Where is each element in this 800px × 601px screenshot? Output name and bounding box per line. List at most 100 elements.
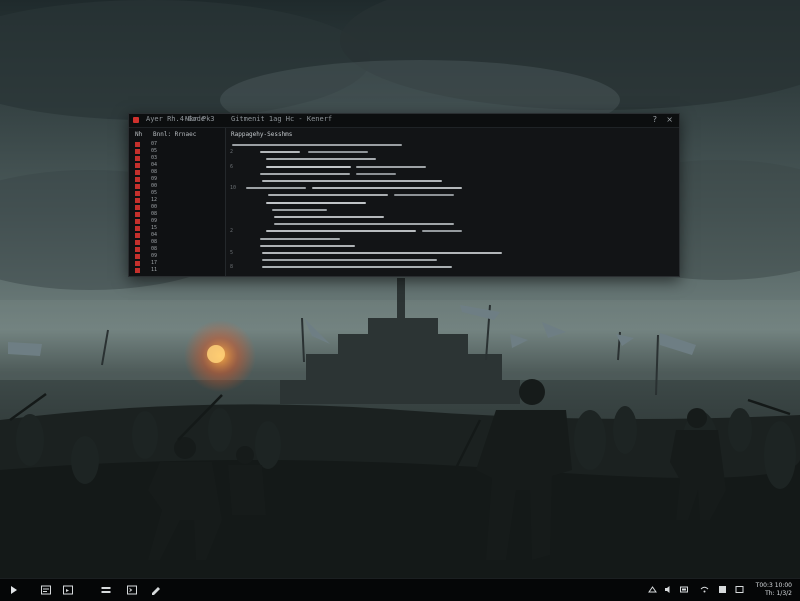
code-token [312, 187, 462, 190]
desktop-wallpaper [0, 0, 800, 600]
sidebar-row-number: 09 [151, 176, 158, 182]
sidebar-row-number: 07 [151, 141, 158, 147]
wifi-icon[interactable] [700, 585, 709, 594]
app-icon [133, 117, 139, 123]
sidebar-row[interactable]: 08 [129, 169, 224, 176]
clock-date[interactable]: Th: 1/3/2 [765, 590, 792, 597]
taskbar: T00:3 10:00 Th: 1/3/2 [0, 578, 800, 601]
sidebar-row[interactable]: 05 [129, 190, 224, 197]
sidebar-row-number: 04 [151, 232, 158, 238]
sidebar-row[interactable]: 04 [129, 232, 224, 239]
error-marker-icon [135, 254, 140, 259]
network-icon[interactable] [648, 585, 657, 594]
error-marker-icon [135, 212, 140, 217]
sidebar-row[interactable]: 09 [129, 253, 224, 260]
sidebar-row[interactable]: 07 [129, 141, 224, 148]
calendar-icon[interactable] [735, 585, 744, 594]
error-marker-icon [135, 142, 140, 147]
code-token [260, 151, 300, 154]
sidebar-row[interactable]: 09 [129, 218, 224, 225]
sidebar-row[interactable]: 12 [129, 197, 224, 204]
code-token [268, 194, 388, 197]
error-marker-icon [135, 233, 140, 238]
error-marker-icon [135, 198, 140, 203]
error-marker-icon [135, 170, 140, 175]
code-token [422, 230, 462, 233]
code-token [266, 165, 351, 168]
sidebar-row[interactable]: 03 [129, 155, 224, 162]
help-icon[interactable]: ? [653, 115, 657, 125]
code-token [308, 151, 368, 154]
error-marker-icon [135, 226, 140, 231]
sidebar-row-number: 11 [151, 267, 158, 273]
sidebar-row[interactable]: 09 [129, 176, 224, 183]
sidebar-row-number: 08 [151, 239, 158, 245]
code-token [232, 144, 402, 146]
sidebar-row-number: 15 [151, 225, 158, 231]
code-token [266, 230, 416, 233]
error-marker-icon [135, 261, 140, 266]
notification-icon[interactable] [718, 585, 727, 594]
error-marker-icon [135, 191, 140, 196]
code-line[interactable]: 8 [226, 263, 678, 271]
code-token [262, 252, 502, 254]
sidebar-row-number: 09 [151, 253, 158, 259]
sidebar-row[interactable]: 04 [129, 162, 224, 169]
battery-icon[interactable] [680, 585, 689, 594]
sidebar-row[interactable]: 15 [129, 225, 224, 232]
sidebar-row[interactable]: 11 [129, 267, 224, 274]
code-token [260, 172, 350, 175]
error-marker-icon [135, 268, 140, 273]
task-view-icon[interactable] [100, 584, 112, 596]
sidebar-header-label: Bnnl: Rrnaec [153, 131, 197, 138]
terminal-icon[interactable] [126, 584, 138, 596]
sidebar-row-number: 12 [151, 197, 158, 203]
error-marker-icon [135, 177, 140, 182]
sidebar-row[interactable]: 05 [129, 148, 224, 155]
sidebar-row-number: 00 [151, 204, 158, 210]
code-header: Rappagehy-Sesshms [231, 131, 293, 138]
sidebar-row[interactable]: 08 [129, 239, 224, 246]
window-titlebar[interactable]: Ayer Rh.4-Code Nkr Pk3 Gitmenit 1ag Hc -… [129, 114, 679, 128]
editor-sidebar: Nh Bnnl: Rrnaec 07 05 03 04 08 09 00 05 12 00 08 09… [129, 128, 226, 276]
sidebar-row-number: 08 [151, 246, 158, 252]
sidebar-row[interactable]: 08 [129, 211, 224, 218]
editor-icon[interactable] [150, 584, 162, 596]
code-area[interactable]: Rappagehy-Sesshms 2 6 10 2 5 8 [226, 128, 679, 276]
tab-label[interactable]: Nkr Pk3 [185, 115, 215, 123]
code-token [356, 165, 426, 168]
clock-time[interactable]: T00:3 10:00 [756, 582, 792, 589]
error-marker-icon [135, 240, 140, 245]
start-icon[interactable] [8, 584, 20, 596]
sidebar-row-number: 05 [151, 190, 158, 196]
code-editor-window[interactable]: Ayer Rh.4-Code Nkr Pk3 Gitmenit 1ag Hc -… [128, 113, 680, 277]
code-token [262, 266, 452, 269]
sidebar-row-number: 04 [151, 162, 158, 168]
code-token [260, 244, 355, 247]
code-token [262, 180, 442, 182]
error-marker-icon [135, 205, 140, 210]
document-title: Gitmenit 1ag Hc - Kenerf [231, 115, 333, 123]
sidebar-row[interactable]: 08 [129, 246, 224, 253]
sidebar-row-number: 17 [151, 260, 158, 266]
error-marker-icon [135, 156, 140, 161]
sidebar-row[interactable]: 17 [129, 260, 224, 267]
volume-icon[interactable] [664, 585, 673, 594]
error-marker-icon [135, 247, 140, 252]
error-marker-icon [135, 184, 140, 189]
code-token [356, 172, 396, 175]
sidebar-row[interactable]: 00 [129, 183, 224, 190]
sidebar-row-number: 08 [151, 211, 158, 217]
sidebar-row[interactable]: 00 [129, 204, 224, 211]
code-token [394, 194, 454, 197]
sidebar-row-number: 05 [151, 148, 158, 154]
browser-icon[interactable] [62, 584, 74, 596]
sidebar-row-number: 03 [151, 155, 158, 161]
sidebar-row-number: 08 [151, 169, 158, 175]
sidebar-header-marker: Nh [135, 131, 143, 138]
file-explorer-icon[interactable] [40, 584, 52, 596]
code-token [246, 187, 306, 190]
sidebar-row-number: 00 [151, 183, 158, 189]
sidebar-row-number: 09 [151, 218, 158, 224]
close-icon[interactable]: × [666, 115, 673, 125]
